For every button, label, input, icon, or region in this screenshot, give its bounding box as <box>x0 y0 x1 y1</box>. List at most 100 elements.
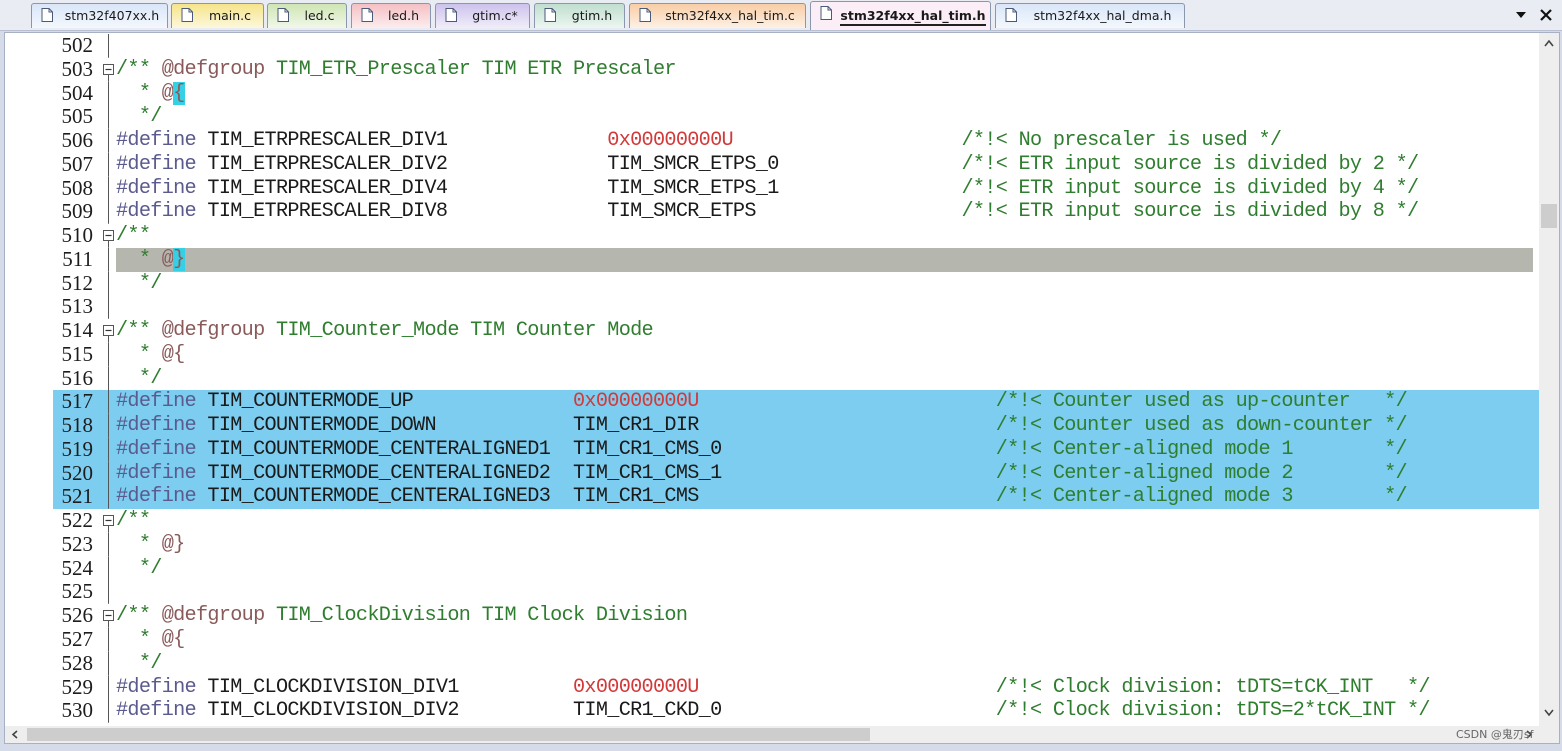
code-line[interactable]: #define TIM_ETRPRESCALER_DIV2 TIM_SMCR_E… <box>116 153 1419 177</box>
token-preprocessor: #define <box>116 699 197 723</box>
token-comment: * <box>116 532 162 556</box>
horizontal-scrollbar[interactable] <box>5 726 1539 743</box>
close-icon[interactable] <box>1537 6 1555 24</box>
code-line[interactable]: #define TIM_COUNTERMODE_CENTERALIGNED1 T… <box>116 437 1408 462</box>
token-comment: /** <box>116 319 162 343</box>
code-line[interactable]: #define TIM_CLOCKDIVISION_DIV1 0x0000000… <box>116 675 1431 700</box>
token-identifier: TIM_ETRPRESCALER_DIV1 <box>195 129 608 153</box>
token-identifier: TIM_ETRPRESCALER_DIV8 TIM_SMCR_ETPS <box>195 200 962 224</box>
code-area[interactable]: /** @defgroup TIM_ETR_Prescaler TIM ETR … <box>116 33 1539 726</box>
tab-label-text: stm32f407xx.h <box>64 8 160 23</box>
code-line[interactable]: #define TIM_ETRPRESCALER_DIV1 0x00000000… <box>116 129 1282 153</box>
fold-collapse-icon[interactable] <box>102 509 115 533</box>
token-comment: */ <box>116 366 163 390</box>
code-line[interactable]: #define TIM_ETRPRESCALER_DIV8 TIM_SMCR_E… <box>116 200 1419 224</box>
code-line[interactable]: */ <box>116 652 163 676</box>
token-comment: /*!< Center-aligned mode 1 */ <box>995 437 1408 461</box>
tab-label: gtim.c* <box>464 8 526 23</box>
token-preprocessor: #define <box>116 437 197 461</box>
token-comment: /** <box>116 57 162 81</box>
file-icon <box>1005 8 1017 22</box>
tab-stm32f4xx-hal-dma-h[interactable]: stm32f4xx_hal_dma.h <box>995 3 1185 28</box>
fold-line-icon <box>108 34 109 58</box>
tab-main-c[interactable]: main.c <box>171 3 264 28</box>
code-line[interactable]: */ <box>116 105 163 129</box>
scroll-down-arrow-icon[interactable] <box>1542 706 1556 718</box>
token-preprocessor: #define <box>116 390 197 414</box>
token-identifier: TIM_COUNTERMODE_CENTERALIGNED3 TIM_CR1_C… <box>195 485 996 509</box>
line-number: 521 <box>61 484 94 509</box>
tab-led-c[interactable]: led.c <box>267 3 347 28</box>
token-comment: /*!< ETR input source is divided by 4 */ <box>961 176 1419 200</box>
token-comment: TIM_ETR_Prescaler TIM ETR Prescaler <box>264 57 677 81</box>
code-line[interactable]: */ <box>116 366 163 391</box>
code-line[interactable]: * @} <box>116 533 185 557</box>
file-icon <box>181 8 193 22</box>
token-identifier: TIM_COUNTERMODE_CENTERALIGNED1 TIM_CR1_C… <box>195 437 996 461</box>
code-editor[interactable]: 502 503 504 505 506 507 508 509 510 511 512 513 514 5… <box>4 32 1560 744</box>
tab-label: stm32f4xx_hal_dma.h <box>1024 8 1181 23</box>
code-line[interactable]: * @{ <box>116 628 185 652</box>
line-number: 530 <box>61 698 94 723</box>
horizontal-scroll-thumb[interactable] <box>27 728 870 741</box>
token-doc-directive: @defgroup <box>161 57 266 81</box>
fold-line-icon <box>108 485 109 510</box>
fold-collapse-icon[interactable] <box>102 224 115 248</box>
fold-line-icon <box>108 675 109 700</box>
tab-gtim-h[interactable]: gtim.h <box>534 3 625 28</box>
token-identifier: TIM_CLOCKDIVISION_DIV1 <box>195 675 573 699</box>
token-comment: TIM_Counter_Mode TIM Counter Mode <box>264 319 654 343</box>
token-comment: /** <box>116 509 151 533</box>
code-line[interactable]: #define TIM_COUNTERMODE_UP 0x00000000U /… <box>116 390 1408 414</box>
code-line[interactable]: * @{ <box>116 343 185 367</box>
tab-stm32f4xx-hal-tim-c[interactable]: stm32f4xx_hal_tim.c <box>629 3 806 28</box>
dropdown-arrow-icon[interactable] <box>1512 6 1530 24</box>
token-number: 0x00000000U <box>573 675 699 699</box>
token-doc-directive: } <box>173 247 185 271</box>
code-line[interactable]: /** @defgroup TIM_Counter_Mode TIM Count… <box>116 319 654 343</box>
token-doc-directive: @{ <box>161 628 186 651</box>
line-number: 522 <box>61 508 94 533</box>
code-line[interactable]: #define TIM_CLOCKDIVISION_DIV2 TIM_CR1_C… <box>116 699 1431 723</box>
token-number: 0x00000000U <box>573 390 699 414</box>
fold-collapse-icon[interactable] <box>102 58 115 82</box>
fold-line-icon <box>108 342 109 367</box>
code-line[interactable]: * @} <box>116 247 185 272</box>
token-doc-directive: @defgroup <box>161 604 266 628</box>
token-comment: */ <box>116 105 163 129</box>
line-number: 502 <box>61 33 94 57</box>
tab-led-h[interactable]: led.h <box>351 3 431 28</box>
code-line[interactable]: /** <box>116 509 151 533</box>
tab-gtim-c[interactable]: gtim.c* <box>435 3 530 28</box>
tab-stm32f407xx-h[interactable]: stm32f407xx.h <box>31 3 168 28</box>
fold-collapse-icon[interactable] <box>102 604 115 628</box>
code-line[interactable]: #define TIM_COUNTERMODE_CENTERALIGNED3 T… <box>116 485 1408 509</box>
tab-stm32f4xx-hal-tim-h[interactable]: stm32f4xx_hal_tim.h <box>810 1 991 30</box>
token-identifier: TIM_CLOCKDIVISION_DIV2 TIM_CR1_CKD_0 <box>195 699 996 723</box>
file-icon <box>41 8 53 22</box>
code-line[interactable]: #define TIM_ETRPRESCALER_DIV4 TIM_SMCR_E… <box>116 176 1419 201</box>
code-line[interactable]: /** <box>116 224 151 248</box>
vertical-scrollbar[interactable] <box>1539 33 1559 726</box>
token-comment: /*!< Counter used as down-counter */ <box>995 414 1408 438</box>
code-line[interactable]: */ <box>116 272 163 296</box>
code-line[interactable]: #define TIM_COUNTERMODE_DOWN TIM_CR1_DIR… <box>116 414 1408 438</box>
code-line[interactable]: #define TIM_COUNTERMODE_CENTERALIGNED2 T… <box>116 462 1408 486</box>
code-line[interactable]: * @{ <box>116 81 185 106</box>
vertical-scroll-thumb[interactable] <box>1541 204 1557 228</box>
code-line[interactable]: /** @defgroup TIM_ClockDivision TIM Cloc… <box>116 604 688 628</box>
fold-collapse-icon[interactable] <box>102 319 115 343</box>
line-number: 525 <box>61 579 94 604</box>
fold-line-icon <box>108 200 109 225</box>
tab-label: led.h <box>380 8 427 23</box>
fold-line-icon <box>108 176 109 201</box>
code-line[interactable]: */ <box>116 557 163 581</box>
code-line[interactable]: /** @defgroup TIM_ETR_Prescaler TIM ETR … <box>116 57 677 82</box>
tab-label: stm32f4xx_hal_tim.h <box>839 8 987 26</box>
scroll-left-arrow-icon[interactable] <box>9 728 21 741</box>
token-comment: TIM_ClockDivision TIM Clock Division <box>264 604 688 628</box>
scroll-up-arrow-icon[interactable] <box>1542 38 1556 50</box>
token-comment: /*!< Clock division: tDTS=tCK_INT */ <box>995 675 1431 699</box>
token-comment: * <box>116 247 162 271</box>
line-number: 528 <box>61 650 94 675</box>
